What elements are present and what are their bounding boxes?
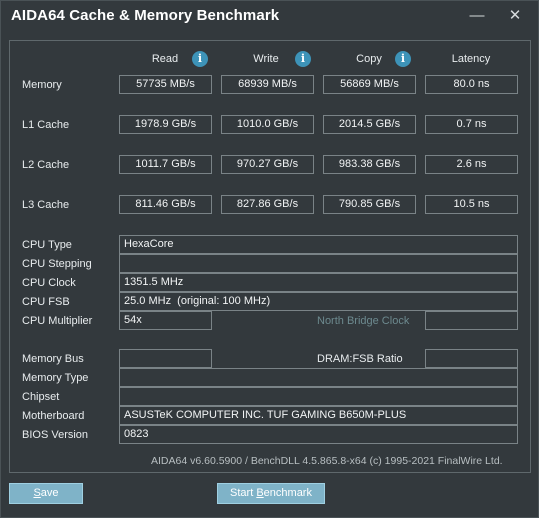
cpu-fsb-label: CPU FSB <box>22 296 70 308</box>
read-info-icon[interactable]: i <box>192 51 208 67</box>
l1-read-value: 1978.9 GB/s <box>119 115 212 134</box>
start-accel-letter: B <box>256 487 264 499</box>
cpu-stepping-label: CPU Stepping <box>22 258 92 270</box>
cpu-type-label: CPU Type <box>22 239 72 251</box>
save-button[interactable]: Save <box>9 483 83 504</box>
chipset-label: Chipset <box>22 391 60 403</box>
close-button[interactable]: ✕ <box>503 5 527 27</box>
cpu-multiplier-value: 54x <box>119 311 212 330</box>
l2-write-value: 970.27 GB/s <box>221 155 314 174</box>
chipset-value <box>119 387 518 406</box>
l1-write-value: 1010.0 GB/s <box>221 115 314 134</box>
l2-read-value: 1011.7 GB/s <box>119 155 212 174</box>
start-label-prefix: Start <box>230 487 257 499</box>
cpu-clock-label: CPU Clock <box>22 277 76 289</box>
memory-read-value: 57735 MB/s <box>119 75 212 94</box>
memory-latency-value: 80.0 ns <box>425 75 518 94</box>
dram-fsb-ratio-value <box>425 349 518 368</box>
motherboard-value: ASUSTeK COMPUTER INC. TUF GAMING B650M-P… <box>119 406 518 425</box>
l3-latency-value: 10.5 ns <box>425 195 518 214</box>
dram-fsb-ratio-label: DRAM:FSB Ratio <box>317 353 403 365</box>
l3-write-value: 827.86 GB/s <box>221 195 314 214</box>
row-label: L1 Cache <box>22 119 70 131</box>
copy-info-icon[interactable]: i <box>395 51 411 67</box>
row-label: L3 Cache <box>22 199 70 211</box>
memory-type-label: Memory Type <box>22 372 89 384</box>
row-label: Memory <box>22 79 62 91</box>
memory-bus-value <box>119 349 212 368</box>
save-accel-letter: S <box>33 487 41 499</box>
memory-write-value: 68939 MB/s <box>221 75 314 94</box>
north-bridge-clock-value <box>425 311 518 330</box>
save-label-rest: ave <box>40 487 59 499</box>
cpu-multiplier-label: CPU Multiplier <box>22 315 93 327</box>
north-bridge-clock-label: North Bridge Clock <box>317 315 410 327</box>
bios-version-label: BIOS Version <box>22 429 89 441</box>
latency-header: Latency <box>451 53 491 65</box>
bios-version-value: 0823 <box>119 425 518 444</box>
cpu-clock-value: 1351.5 MHz <box>119 273 518 292</box>
cpu-fsb-value: 25.0 MHz (original: 100 MHz) <box>119 292 518 311</box>
start-label-rest: enchmark <box>263 487 312 499</box>
l1-latency-value: 0.7 ns <box>425 115 518 134</box>
row-label: L2 Cache <box>22 159 70 171</box>
cpu-type-value: HexaCore <box>119 235 518 254</box>
benchmark-window: AIDA64 Cache & Memory Benchmark — ✕ Read… <box>0 0 539 518</box>
window-title: AIDA64 Cache & Memory Benchmark <box>11 7 280 24</box>
motherboard-label: Motherboard <box>22 410 85 422</box>
version-footer: AIDA64 v6.60.5900 / BenchDLL 4.5.865.8-x… <box>151 455 503 467</box>
l3-read-value: 811.46 GB/s <box>119 195 212 214</box>
l1-copy-value: 2014.5 GB/s <box>323 115 416 134</box>
memory-copy-value: 56869 MB/s <box>323 75 416 94</box>
minimize-button[interactable]: — <box>465 5 489 27</box>
memory-type-value <box>119 368 518 387</box>
write-info-icon[interactable]: i <box>295 51 311 67</box>
memory-bus-label: Memory Bus <box>22 353 84 365</box>
l2-copy-value: 983.38 GB/s <box>323 155 416 174</box>
l3-copy-value: 790.85 GB/s <box>323 195 416 214</box>
cpu-stepping-value <box>119 254 518 273</box>
start-benchmark-button[interactable]: Start Benchmark <box>217 483 325 504</box>
write-header: Write <box>253 53 279 65</box>
l2-latency-value: 2.6 ns <box>425 155 518 174</box>
